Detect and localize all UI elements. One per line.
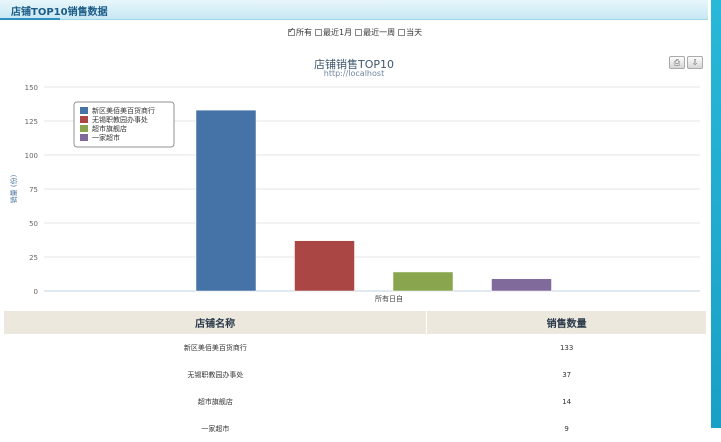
y-tick-label: 150 — [25, 84, 38, 92]
filter-last-month[interactable]: 最近1月 — [315, 27, 352, 38]
y-tick-label: 125 — [25, 118, 38, 126]
table-header-row: 店铺名称 销售数量 — [4, 311, 707, 334]
bar-chart: 0 25 50 75 100 125 150 销量 (份) 所有日自 新区美佰美百货商行无锡职教园… — [9, 84, 700, 303]
filter-last-week-label: 最近一周 — [363, 28, 396, 37]
panel-title: 店铺TOP10销售数据 — [11, 7, 108, 18]
legend-swatch — [80, 116, 88, 123]
bar — [491, 278, 552, 292]
x-tick-label: 所有日自 — [375, 294, 403, 303]
store-name-cell: 一家超市 — [201, 424, 230, 433]
panel-header: 店铺TOP10销售数据 — [0, 0, 708, 20]
print-chart-button[interactable]: ⎙ — [669, 56, 685, 69]
table-row: 超市旗舰店 14 — [4, 388, 707, 415]
filter-today-label: 当天 — [406, 28, 423, 37]
filter-all-checkbox[interactable] — [288, 26, 295, 36]
filter-last-month-checkbox[interactable] — [315, 29, 322, 36]
legend-swatch — [80, 134, 88, 141]
y-tick-label: 0 — [34, 288, 38, 296]
filter-today-checkbox[interactable] — [398, 29, 406, 36]
print-icon: ⎙ — [673, 58, 681, 67]
col-header-quantity: 销售数量 — [426, 311, 707, 334]
bar — [392, 271, 454, 292]
store-name-cell: 新区美佰美百货商行 — [183, 343, 247, 352]
panel-title-underline — [0, 18, 60, 20]
legend-label: 新区美佰美百货商行 — [92, 106, 155, 115]
filter-last-week-checkbox[interactable] — [355, 29, 363, 36]
table-row: 一家超市 9 — [4, 415, 707, 442]
legend-swatch — [80, 125, 88, 132]
filter-all[interactable]: 所有 — [288, 26, 312, 38]
filter-today[interactable]: 当天 — [398, 27, 422, 38]
bar — [195, 109, 257, 292]
y-tick-label: 50 — [29, 220, 38, 228]
y-tick-label: 100 — [25, 152, 38, 160]
quantity-cell: 14 — [562, 397, 572, 406]
time-filter-group: 所有 最近1月 最近一周 当天 — [288, 26, 422, 38]
col-header-store: 店铺名称 — [4, 311, 428, 334]
chart-subtitle: http://localhost — [323, 69, 385, 78]
quantity-cell: 133 — [559, 343, 574, 352]
table-row: 新区美佰美百货商行 133 — [4, 334, 707, 361]
quantity-cell: 37 — [562, 370, 572, 379]
store-name-cell: 超市旗舰店 — [197, 397, 233, 406]
filter-all-label: 所有 — [296, 28, 312, 37]
y-tick-label: 75 — [29, 186, 38, 194]
export-chart-button[interactable]: ⇩ — [687, 56, 703, 69]
legend-swatch — [80, 107, 88, 114]
legend-label: 无锡职教园办事处 — [92, 115, 148, 124]
quantity-cell: 9 — [564, 424, 569, 433]
y-axis-title: 销量 (份) — [9, 174, 18, 203]
y-tick-label: 25 — [29, 254, 38, 262]
filter-last-week[interactable]: 最近一周 — [355, 27, 395, 38]
legend-label: 一家超市 — [92, 133, 120, 142]
right-edge-strip — [711, 0, 721, 428]
download-icon: ⇩ — [691, 58, 699, 67]
sales-table: 店铺名称 销售数量 新区美佰美百货商行 133 无锡职教园办事处 37 超市旗舰… — [4, 311, 707, 442]
store-name-cell: 无锡职教园办事处 — [187, 370, 244, 379]
bar — [294, 240, 355, 292]
table-row: 无锡职教园办事处 37 — [4, 361, 707, 388]
legend-label: 超市旗舰店 — [92, 124, 127, 133]
filter-last-month-label: 最近1月 — [323, 28, 353, 37]
